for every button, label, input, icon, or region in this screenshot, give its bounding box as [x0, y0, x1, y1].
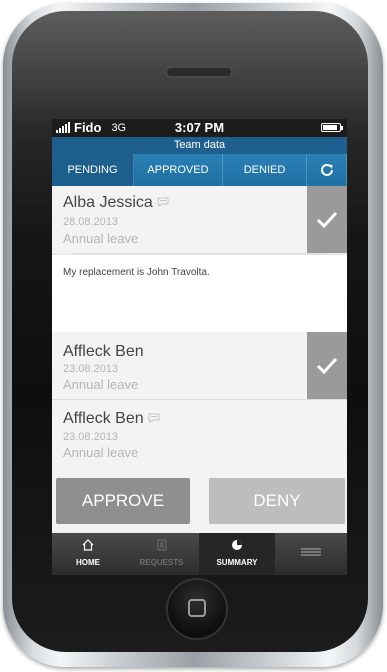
home-square-icon [188, 599, 206, 617]
request-date: 23.08.2013 [63, 363, 119, 375]
pie-chart-icon [232, 540, 242, 550]
comment-panel: My replacement is John Travolta. [52, 254, 347, 333]
nav-label: REQUESTS [139, 558, 184, 567]
approve-check-button[interactable] [307, 332, 347, 399]
refresh-icon [320, 163, 333, 176]
nav-summary[interactable]: SUMMARY [199, 533, 275, 575]
comment-icon [148, 410, 160, 428]
approve-check-button[interactable] [307, 186, 347, 253]
request-item[interactable]: Alba Jessica 28.08.2013 Annual leave [52, 186, 347, 253]
earpiece-speaker [165, 66, 233, 78]
nav-requests[interactable]: REQUESTS [124, 533, 199, 575]
battery-icon [321, 123, 343, 132]
leave-type: Annual leave [63, 377, 139, 392]
tab-pending[interactable]: PENDING [52, 154, 134, 186]
bottom-nav: HOME REQUESTS SUMMARY [52, 533, 347, 575]
request-date: 28.08.2013 [63, 216, 119, 228]
nav-label: SUMMARY [216, 558, 258, 567]
refresh-button[interactable] [307, 154, 347, 186]
clock: 3:07 PM [174, 120, 225, 135]
approve-button[interactable]: APPROVE [56, 478, 190, 524]
action-bar: APPROVE DENY [52, 476, 347, 533]
document-icon [157, 539, 166, 551]
request-date: 23.08.2013 [63, 431, 119, 443]
leave-type: Annual leave [63, 445, 139, 460]
hardware-home-button[interactable] [166, 578, 228, 640]
leave-type: Annual leave [63, 231, 139, 246]
employee-name: Alba Jessica [63, 194, 169, 212]
status-bar: Fido 3G 3:07 PM [52, 119, 347, 137]
nav-menu[interactable] [275, 533, 347, 575]
tab-approved[interactable]: APPROVED [134, 154, 223, 186]
request-list: Alba Jessica 28.08.2013 Annual leave My … [52, 186, 347, 476]
page-title: Team data [52, 137, 347, 154]
request-item[interactable]: Affleck Ben 23.08.2013 Annual leave [52, 332, 347, 399]
menu-icon [301, 548, 321, 556]
employee-name: Affleck Ben [63, 343, 144, 360]
employee-name: Affleck Ben [63, 410, 160, 428]
request-item[interactable]: Affleck Ben 23.08.2013 Annual leave [52, 400, 347, 476]
comment-text: My replacement is John Travolta. [63, 267, 210, 278]
home-icon [82, 539, 94, 551]
nav-label: HOME [76, 558, 100, 567]
tab-denied[interactable]: DENIED [223, 154, 307, 186]
check-icon [316, 357, 338, 374]
comment-icon [157, 194, 169, 212]
nav-home[interactable]: HOME [52, 533, 124, 575]
deny-button[interactable]: DENY [209, 478, 345, 524]
app-screen: Fido 3G 3:07 PM Team data PENDING APPROV… [52, 119, 347, 575]
status-tabs: PENDING APPROVED DENIED [52, 154, 347, 186]
check-icon [316, 211, 338, 228]
